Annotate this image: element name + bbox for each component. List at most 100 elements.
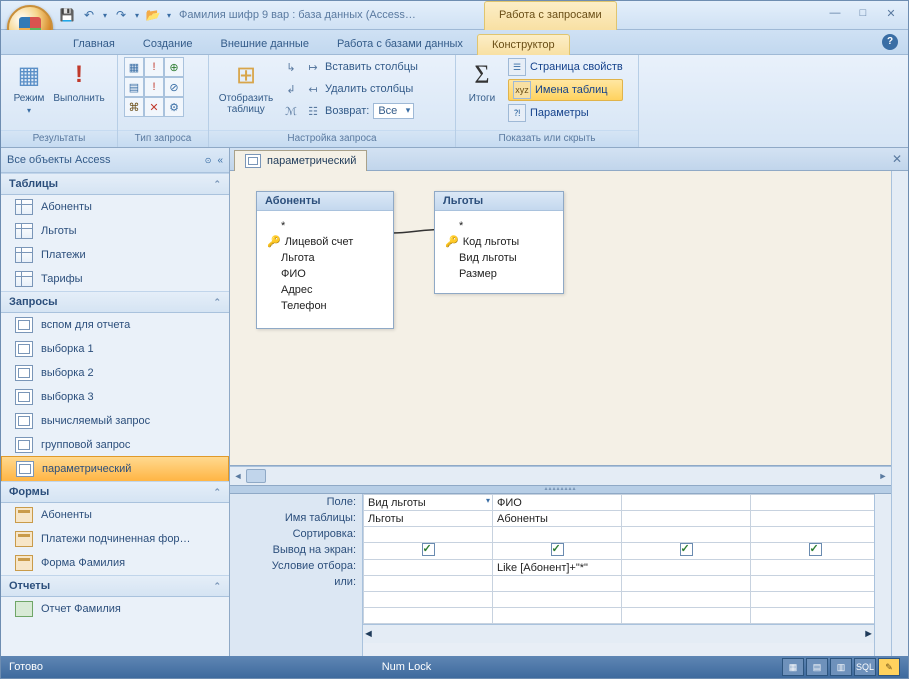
cat-queries[interactable]: Запросы⌃ xyxy=(1,291,229,313)
grid-cell[interactable] xyxy=(622,495,751,511)
splitter[interactable]: ▴▴▴▴▴▴▴▴ xyxy=(230,485,891,494)
grid-cell[interactable] xyxy=(751,592,875,608)
nav-item[interactable]: выборка 1 xyxy=(1,337,229,361)
field-row[interactable]: Размер xyxy=(445,267,553,283)
redo-dropdown-icon[interactable]: ▾ xyxy=(135,11,139,20)
diagram-hscroll[interactable]: ◄ ► xyxy=(230,466,891,485)
show-checkbox[interactable] xyxy=(422,543,435,556)
grid-cell[interactable] xyxy=(364,543,493,560)
view-design-button[interactable]: ✎ xyxy=(878,658,900,676)
grid-cell[interactable] xyxy=(493,543,622,560)
nav-item[interactable]: Форма Фамилия xyxy=(1,551,229,575)
grid-cell[interactable] xyxy=(622,560,751,576)
field-row[interactable]: 🔑Код льготы xyxy=(445,235,553,251)
grid-cell[interactable]: Like [Абонент]+"*" xyxy=(493,560,622,576)
qat-more-icon[interactable]: ▾ xyxy=(167,11,171,20)
tab-dbtools[interactable]: Работа с базами данных xyxy=(323,34,477,54)
update-icon[interactable]: ! xyxy=(144,77,164,97)
grid-vscroll[interactable] xyxy=(874,494,891,656)
field-row[interactable]: Льгота xyxy=(267,251,383,267)
grid-cell[interactable] xyxy=(622,511,751,527)
save-icon[interactable]: 💾 xyxy=(59,7,75,23)
grid-cell[interactable] xyxy=(364,576,493,592)
nav-item[interactable]: Абоненты xyxy=(1,503,229,527)
doc-close-icon[interactable]: ✕ xyxy=(892,152,902,166)
grid-cell[interactable] xyxy=(493,592,622,608)
property-sheet-button[interactable]: ☰Страница свойств xyxy=(508,57,623,77)
select-query-icon[interactable]: ▦ xyxy=(124,57,144,77)
chevron-down-icon[interactable]: ▾ xyxy=(486,496,490,505)
cat-tables[interactable]: Таблицы⌃ xyxy=(1,173,229,195)
return-select[interactable]: Все xyxy=(373,103,414,119)
field-row[interactable]: ФИО xyxy=(267,267,383,283)
tab-create[interactable]: Создание xyxy=(129,34,207,54)
minimize-button[interactable]: — xyxy=(824,5,846,21)
union-icon[interactable]: ⊘ xyxy=(164,77,184,97)
nav-dropdown-icon[interactable]: ⊙ xyxy=(205,156,212,165)
nav-item[interactable]: Тарифы xyxy=(1,267,229,291)
field-row[interactable]: * xyxy=(445,219,553,235)
show-checkbox[interactable] xyxy=(809,543,822,556)
insert-rows-button[interactable]: ↳ xyxy=(283,57,299,77)
undo-icon[interactable]: ↶ xyxy=(81,7,97,23)
open-icon[interactable]: 📂 xyxy=(145,7,161,23)
scroll-left-icon[interactable]: ◄ xyxy=(363,628,374,640)
help-icon[interactable]: ? xyxy=(882,34,898,50)
make-table-icon[interactable]: ! xyxy=(144,57,164,77)
totals-button[interactable]: Σ Итоги xyxy=(462,57,502,104)
grid-cell[interactable] xyxy=(751,511,875,527)
grid-cell[interactable] xyxy=(493,576,622,592)
grid-cell[interactable] xyxy=(622,592,751,608)
table-box[interactable]: Льготы*🔑Код льготыВид льготыРазмер xyxy=(434,191,564,294)
view-sql-button[interactable]: SQL xyxy=(854,658,876,676)
grid-cell[interactable]: Абоненты xyxy=(493,511,622,527)
show-checkbox[interactable] xyxy=(680,543,693,556)
delete-icon[interactable]: ✕ xyxy=(144,97,164,117)
grid-cell[interactable] xyxy=(493,608,622,624)
grid-cell[interactable] xyxy=(364,592,493,608)
grid-cell[interactable] xyxy=(751,495,875,511)
tab-external[interactable]: Внешние данные xyxy=(207,34,323,54)
grid-cell[interactable] xyxy=(364,527,493,543)
nav-collapse-icon[interactable]: « xyxy=(217,155,223,166)
view-datasheet-button[interactable]: ▦ xyxy=(782,658,804,676)
field-row[interactable]: Вид льготы xyxy=(445,251,553,267)
redo-icon[interactable]: ↷ xyxy=(113,7,129,23)
grid-cell[interactable] xyxy=(751,543,875,560)
grid-cell[interactable] xyxy=(622,543,751,560)
delete-rows-button[interactable]: ↲ xyxy=(283,79,299,99)
table-names-button[interactable]: xyzИмена таблиц xyxy=(508,79,623,101)
close-button[interactable]: ✕ xyxy=(880,5,902,21)
data-def-icon[interactable]: ⚙ xyxy=(164,97,184,117)
relationship-diagram[interactable]: Абоненты*🔑Лицевой счетЛьготаФИОАдресТеле… xyxy=(230,171,891,466)
grid-cell[interactable] xyxy=(622,608,751,624)
nav-item[interactable]: Платежи xyxy=(1,243,229,267)
grid-cell[interactable] xyxy=(622,527,751,543)
nav-item[interactable]: Абоненты xyxy=(1,195,229,219)
tab-home[interactable]: Главная xyxy=(59,34,129,54)
grid-cell[interactable] xyxy=(622,576,751,592)
passthrough-icon[interactable]: ⌘ xyxy=(124,97,144,117)
nav-item[interactable]: вычисляемый запрос xyxy=(1,409,229,433)
scroll-thumb[interactable] xyxy=(246,469,266,483)
grid-cell[interactable] xyxy=(751,608,875,624)
table-box[interactable]: Абоненты*🔑Лицевой счетЛьготаФИОАдресТеле… xyxy=(256,191,394,329)
nav-item[interactable]: групповой запрос xyxy=(1,433,229,457)
builder-button[interactable]: ℳ xyxy=(283,101,299,121)
grid-cell[interactable] xyxy=(493,527,622,543)
grid-hscroll[interactable]: ◄ ► xyxy=(363,624,874,643)
nav-item[interactable]: выборка 2 xyxy=(1,361,229,385)
nav-item[interactable]: Льготы xyxy=(1,219,229,243)
field-row[interactable]: * xyxy=(267,219,383,235)
nav-item[interactable]: выборка 3 xyxy=(1,385,229,409)
nav-item[interactable]: параметрический xyxy=(1,456,229,482)
field-row[interactable]: 🔑Лицевой счет xyxy=(267,235,383,251)
parameters-button[interactable]: ⁈Параметры xyxy=(508,103,623,123)
grid-cell[interactable]: Вид льготы▾ xyxy=(364,495,493,511)
run-button[interactable]: ! Выполнить xyxy=(57,57,101,104)
grid-cell[interactable]: Льготы xyxy=(364,511,493,527)
insert-cols-button[interactable]: ↦Вставить столбцы xyxy=(305,57,418,77)
grid-cell[interactable] xyxy=(364,560,493,576)
crosstab-icon[interactable]: ▤ xyxy=(124,77,144,97)
grid-cell[interactable] xyxy=(751,560,875,576)
